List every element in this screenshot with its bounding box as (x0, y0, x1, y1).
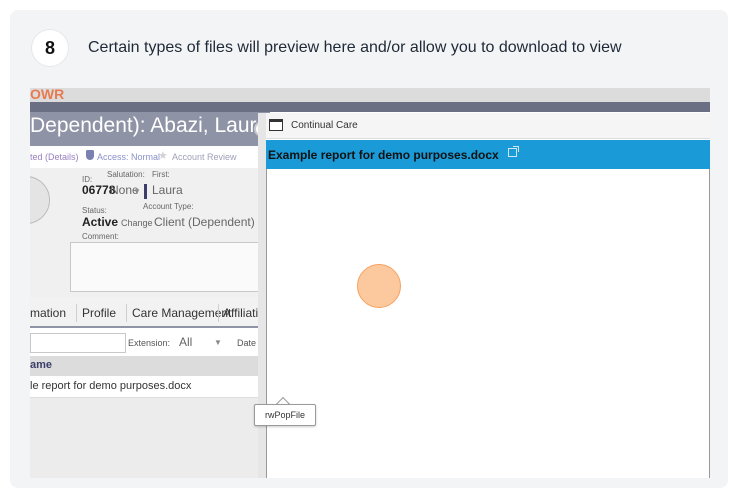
client-info-panel: ID: Salutation: First: 06778 None ▼ Laur… (30, 168, 270, 298)
extension-label: Extension: (128, 338, 171, 348)
account-review-link[interactable]: Account Review (172, 152, 237, 162)
tab-divider (218, 304, 219, 322)
file-filter-row: Extension: All ▼ Date (30, 330, 270, 356)
client-title: Dependent): Abazi, Laura (30, 114, 269, 137)
tooltip: rwPopFile (254, 404, 316, 426)
account-type-value: Client (Dependent) (154, 215, 255, 229)
date-label: Date (237, 338, 257, 348)
popup-file-header: Example report for demo purposes.docx (266, 140, 710, 169)
screenshot: OWR Dependent): Abazi, Laura ted (Detail… (30, 88, 710, 478)
step-number-badge: 8 (32, 30, 68, 66)
status-label: Status: (82, 206, 107, 215)
app-top-band (30, 88, 710, 102)
extension-select[interactable]: All (179, 335, 192, 349)
shield-icon (86, 150, 94, 160)
popup-titlebar[interactable]: Continual Care (266, 113, 710, 139)
file-preview-window: Continual Care Example report for demo p… (258, 113, 710, 478)
avatar (30, 176, 50, 224)
file-name-cell[interactable]: le report for demo purposes.docx (30, 380, 191, 392)
app-brand-logo: OWR (30, 88, 65, 102)
click-indicator (357, 264, 401, 308)
comment-label: Comment: (82, 232, 119, 241)
client-tabs: mation Profile Care Management Affiliati… (30, 298, 271, 328)
step-instruction: Certain types of files will preview here… (88, 39, 622, 56)
details-link[interactable]: ted (Details) (30, 152, 79, 162)
app-nav-bar (30, 102, 710, 112)
status-links-row: ted (Details) Access: Normal ★ Account R… (30, 146, 270, 168)
tab-divider (126, 304, 127, 322)
window-icon (269, 119, 283, 131)
client-header: Dependent): Abazi, Laura (30, 112, 270, 146)
external-link-icon[interactable] (508, 146, 519, 157)
chevron-down-icon: ▼ (133, 187, 141, 196)
column-header-name[interactable]: ame (30, 359, 52, 371)
first-label: First: (152, 170, 170, 179)
tab-information[interactable]: mation (30, 306, 66, 320)
salutation-label: Salutation: (107, 170, 145, 179)
first-field-marker (144, 184, 147, 199)
search-input[interactable] (30, 333, 126, 353)
popup-window-title: Continual Care (291, 120, 358, 131)
table-row[interactable]: le report for demo purposes.docx (30, 376, 270, 398)
status-value: Active (82, 215, 119, 229)
step-card: 8 Certain types of files will preview he… (10, 10, 728, 488)
change-status-link[interactable]: Change (121, 218, 153, 228)
file-grid-header: ame (30, 356, 270, 376)
tab-profile[interactable]: Profile (82, 306, 116, 320)
file-title: Example report for demo purposes.docx (268, 148, 499, 162)
chevron-down-icon: ▼ (214, 338, 222, 347)
file-preview-area[interactable] (266, 169, 710, 478)
account-type-label: Account Type: (143, 202, 194, 211)
grid-empty-area (30, 398, 270, 478)
tab-care-management[interactable]: Care Management (132, 306, 231, 320)
comment-field[interactable] (70, 242, 270, 292)
tab-divider (76, 304, 77, 322)
star-icon: ★ (158, 150, 168, 162)
first-name-field[interactable]: Laura (152, 183, 183, 197)
access-link[interactable]: Access: Normal (97, 152, 160, 162)
